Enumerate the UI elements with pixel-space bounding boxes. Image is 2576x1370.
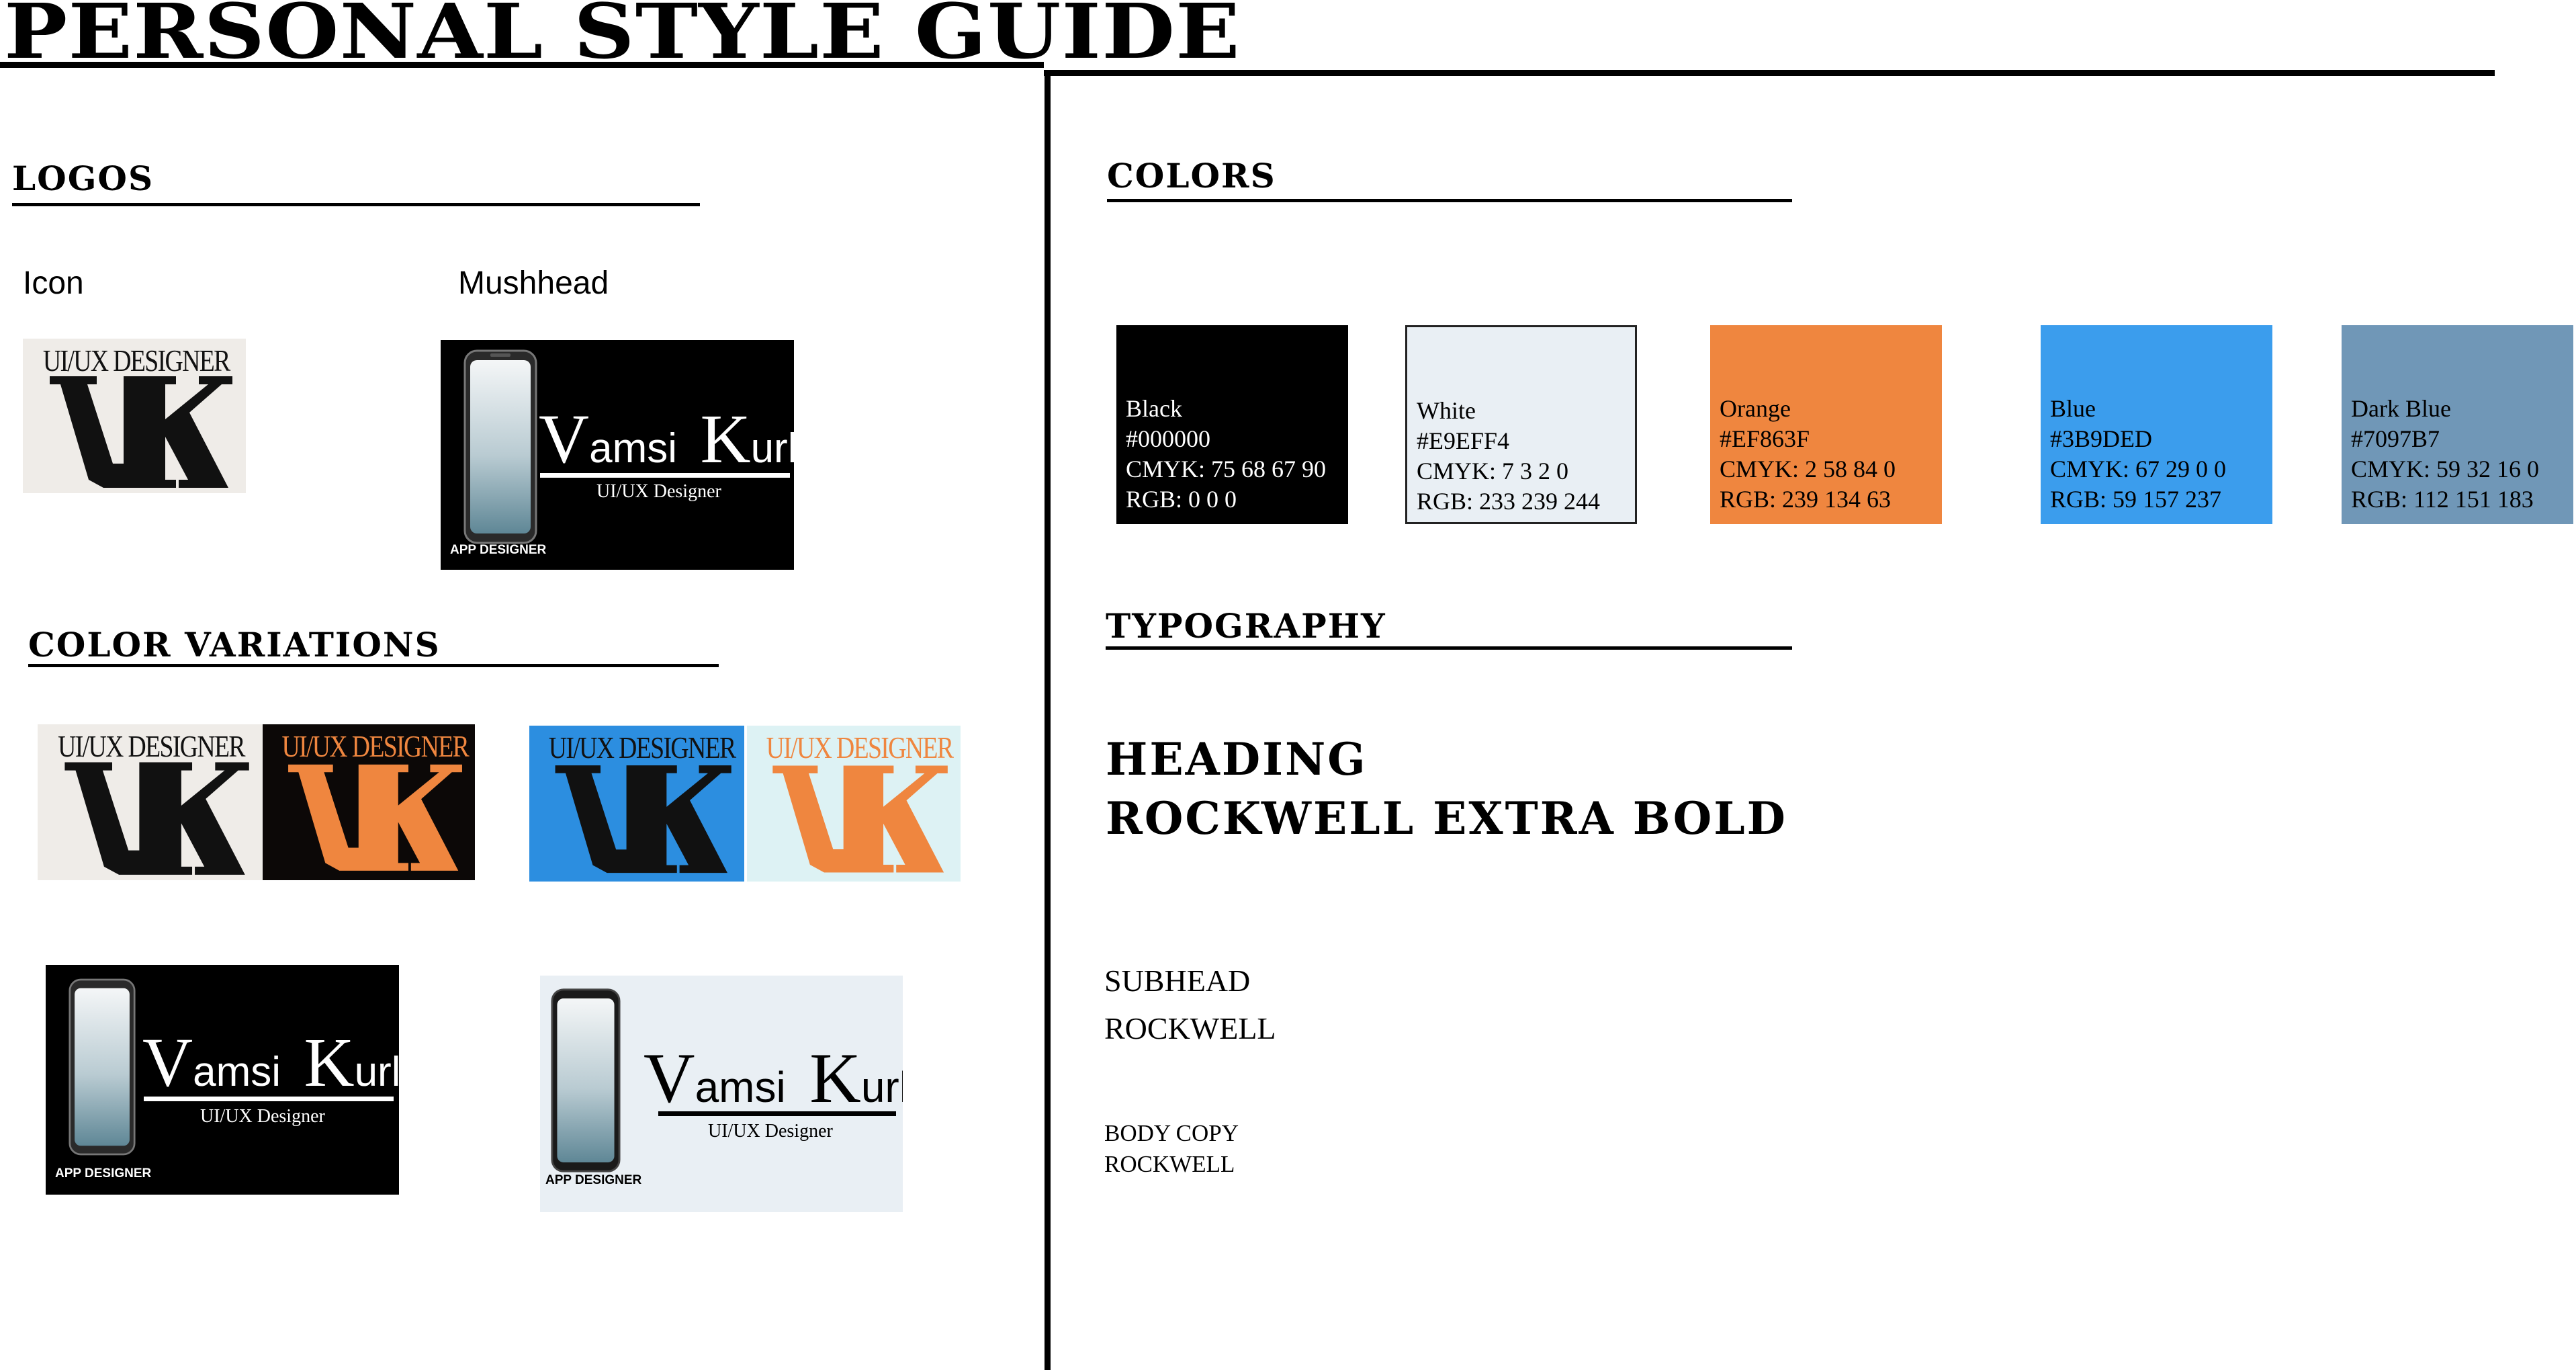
swatch-name: Black [1126, 395, 1182, 422]
color-swatch: Orange #EF863F CMYK: 2 58 84 0 RGB: 239 134… [1710, 325, 1942, 524]
swatch-info: Blue #3B9DED CMYK: 67 29 0 0 RGB: 59 157 23… [2050, 394, 2226, 515]
color-swatch: White #E9EFF4 CMYK: 7 3 2 0 RGB: 233 239 24… [1405, 325, 1637, 524]
swatch-hex: #3B9DED [2050, 425, 2152, 452]
swatch-rgb: RGB: 59 157 237 [2050, 486, 2222, 513]
name-initial-v: V [142, 1024, 193, 1101]
logo-tag: APP DESIGNER [450, 543, 547, 557]
vk-variant-blue: UI/UX DESIGNER [529, 726, 744, 882]
heading-line-1: HEADING [1106, 733, 1368, 785]
swatch-rgb: RGB: 233 239 244 [1417, 488, 1601, 515]
swatch-name: White [1417, 397, 1476, 424]
name-last-rest: urli [354, 1049, 399, 1095]
card-variant-black: Vamsi Kurli UI/UX Designer APP DESIGNER [46, 965, 399, 1195]
vk-variant-light: UI/UX DESIGNER [747, 726, 961, 882]
phone-icon [551, 988, 621, 1172]
name-initial-v: V [643, 1039, 695, 1117]
name-first-rest: amsi [695, 1063, 786, 1111]
typography-heading-sample: HEADING ROCKWELL EXTRA BOLD [1106, 730, 1787, 848]
swatch-name: Orange [1720, 395, 1791, 422]
vk-monogram-icon [64, 762, 249, 875]
logo-subtitle: UI/UX Designer [708, 1121, 833, 1142]
name-first-rest: amsi [193, 1049, 281, 1095]
color-swatch: Black #000000 CMYK: 75 68 67 90 RGB: 0 0 0 [1116, 325, 1348, 524]
name-underline [540, 473, 790, 478]
color-swatch: Blue #3B9DED CMYK: 67 29 0 0 RGB: 59 157 23… [2041, 325, 2272, 524]
logos-rule [12, 203, 700, 206]
logo-subtitle: UI/UX Designer [596, 481, 721, 502]
swatch-rgb: RGB: 112 151 183 [2351, 486, 2534, 513]
swatch-cmyk: CMYK: 75 68 67 90 [1126, 456, 1327, 482]
name-initial-v: V [539, 400, 590, 478]
colors-rule [1107, 199, 1792, 202]
vk-variant-black: UI/UX DESIGNER [263, 724, 475, 880]
name-first-rest: amsi [589, 425, 678, 472]
icon-label: Icon [23, 265, 84, 301]
name-underline [658, 1111, 896, 1116]
heading-line-2: ROCKWELL EXTRA BOLD [1106, 792, 1787, 845]
swatch-info: Black #000000 CMYK: 75 68 67 90 RGB: 0 0 0 [1126, 394, 1326, 515]
typography-rule [1106, 646, 1792, 650]
vk-monogram-icon [555, 765, 731, 873]
logo-name: Vamsi Kurli [539, 399, 794, 479]
body-line-1: BODY COPY [1104, 1120, 1239, 1146]
logo-name: Vamsi Kurli [643, 1037, 903, 1119]
swatch-rgb: RGB: 0 0 0 [1126, 486, 1237, 513]
body-line-2: ROCKWELL [1104, 1151, 1235, 1177]
name-initial-k: K [700, 400, 751, 478]
typography-subhead-sample: SUBHEAD ROCKWELL [1104, 957, 1276, 1052]
swatch-cmyk: CMYK: 2 58 84 0 [1720, 456, 1896, 482]
swatch-hex: #000000 [1126, 425, 1210, 452]
card-variant-light: Vamsi Kurli UI/UX Designer APP DESIGNER [540, 976, 903, 1212]
logo-tag: APP DESIGNER [545, 1173, 642, 1187]
swatch-hex: #EF863F [1720, 425, 1810, 452]
vk-monogram-icon [288, 764, 462, 871]
name-underline [144, 1097, 394, 1101]
subhead-line-2: ROCKWELL [1104, 1011, 1276, 1045]
swatch-info: White #E9EFF4 CMYK: 7 3 2 0 RGB: 233 239 24… [1417, 396, 1600, 517]
title-rule-right [1044, 70, 2495, 76]
name-last-rest: urli [750, 425, 794, 472]
swatch-hex: #E9EFF4 [1417, 427, 1510, 454]
name-last-rest: urli [860, 1063, 903, 1111]
logo-tag: APP DESIGNER [55, 1166, 152, 1181]
logo-name: Vamsi Kurli [142, 1023, 399, 1103]
mushhead-label: Mushhead [458, 265, 609, 301]
swatch-hex: #7097B7 [2351, 425, 2440, 452]
swatch-info: Orange #EF863F CMYK: 2 58 84 0 RGB: 239 134… [1720, 394, 1896, 515]
section-title-typography: TYPOGRAPHY [1106, 606, 1386, 646]
phone-icon [69, 978, 136, 1156]
typography-body-sample: BODY COPY ROCKWELL [1104, 1118, 1239, 1180]
subhead-line-1: SUBHEAD [1104, 964, 1251, 998]
icon-logo: UI/UX DESIGNER [23, 339, 246, 493]
vk-monogram-icon [772, 765, 948, 873]
swatch-info: Dark Blue #7097B7 CMYK: 59 32 16 0 RGB: 112… [2351, 394, 2539, 515]
swatch-rgb: RGB: 239 134 63 [1720, 486, 1892, 513]
swatch-cmyk: CMYK: 59 32 16 0 [2351, 456, 2540, 482]
title-rule [0, 62, 1044, 68]
swatch-cmyk: CMYK: 7 3 2 0 [1417, 458, 1569, 484]
name-initial-k: K [304, 1024, 355, 1101]
color-swatch: Dark Blue #7097B7 CMYK: 59 32 16 0 RGB: 112… [2342, 325, 2573, 524]
swatch-cmyk: CMYK: 67 29 0 0 [2050, 456, 2227, 482]
color-variations-rule [28, 664, 719, 667]
name-initial-k: K [809, 1039, 861, 1117]
vk-monogram-icon [50, 376, 232, 488]
swatch-name: Dark Blue [2351, 395, 2451, 422]
swatch-name: Blue [2050, 395, 2096, 422]
logo-subtitle: UI/UX Designer [200, 1106, 325, 1127]
vk-variant-cream: UI/UX DESIGNER [38, 724, 263, 880]
column-divider [1045, 70, 1051, 1370]
phone-icon [463, 349, 537, 544]
mushhead-logo: Vamsi Kurli UI/UX Designer APP DESIGNER [441, 340, 794, 570]
section-title-color-variations: COLOR VARIATIONS [28, 625, 441, 665]
section-title-colors: COLORS [1107, 156, 1276, 196]
section-title-logos: LOGOS [12, 159, 154, 198]
